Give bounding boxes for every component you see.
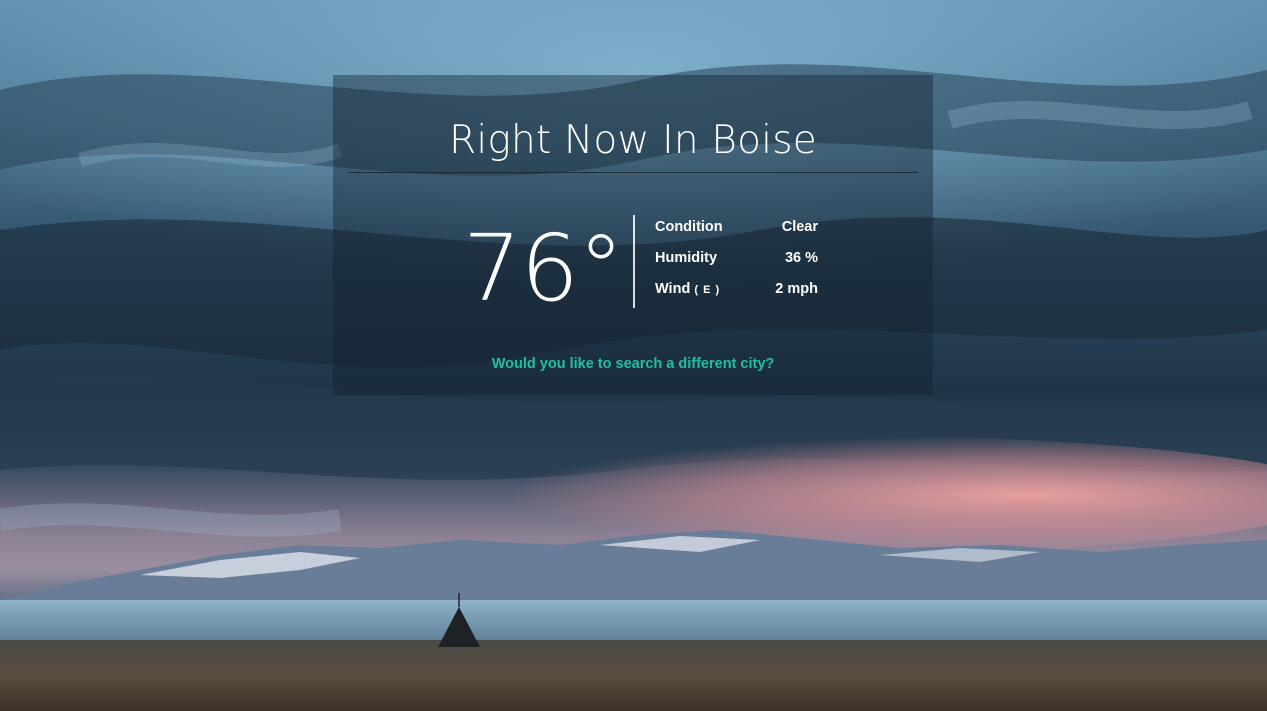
stat-row-humidity: Humidity 36 % — [655, 248, 818, 279]
temperature-readout: 76° — [462, 215, 624, 322]
stat-value: Clear — [781, 219, 818, 235]
vertical-divider — [633, 215, 635, 308]
stat-label-text: Humidity — [655, 250, 718, 266]
stat-label-text: Wind — [655, 281, 691, 297]
wind-direction: ( E ) — [694, 284, 721, 296]
stat-value: 36 % — [784, 250, 818, 266]
stat-row-wind: Wind ( E ) 2 mph — [655, 279, 818, 310]
weather-stats: Condition Clear Humidity 36 % Wind ( E )… — [655, 217, 818, 310]
page-title: Right Now In Boise — [449, 118, 817, 163]
title-divider — [348, 172, 918, 173]
stat-label: Condition — [655, 217, 723, 237]
search-different-city-link[interactable]: Would you like to search a different cit… — [333, 356, 933, 372]
stat-label: Humidity — [655, 248, 717, 268]
stat-label-text: Condition — [655, 219, 723, 235]
stat-row-condition: Condition Clear — [655, 217, 818, 248]
weather-page: Right Now In Boise 76° Condition Clear H… — [0, 0, 1267, 711]
stat-label: Wind ( E ) — [655, 279, 720, 300]
stat-value: 2 mph — [775, 281, 818, 297]
weather-panel: Right Now In Boise 76° Condition Clear H… — [333, 75, 933, 395]
